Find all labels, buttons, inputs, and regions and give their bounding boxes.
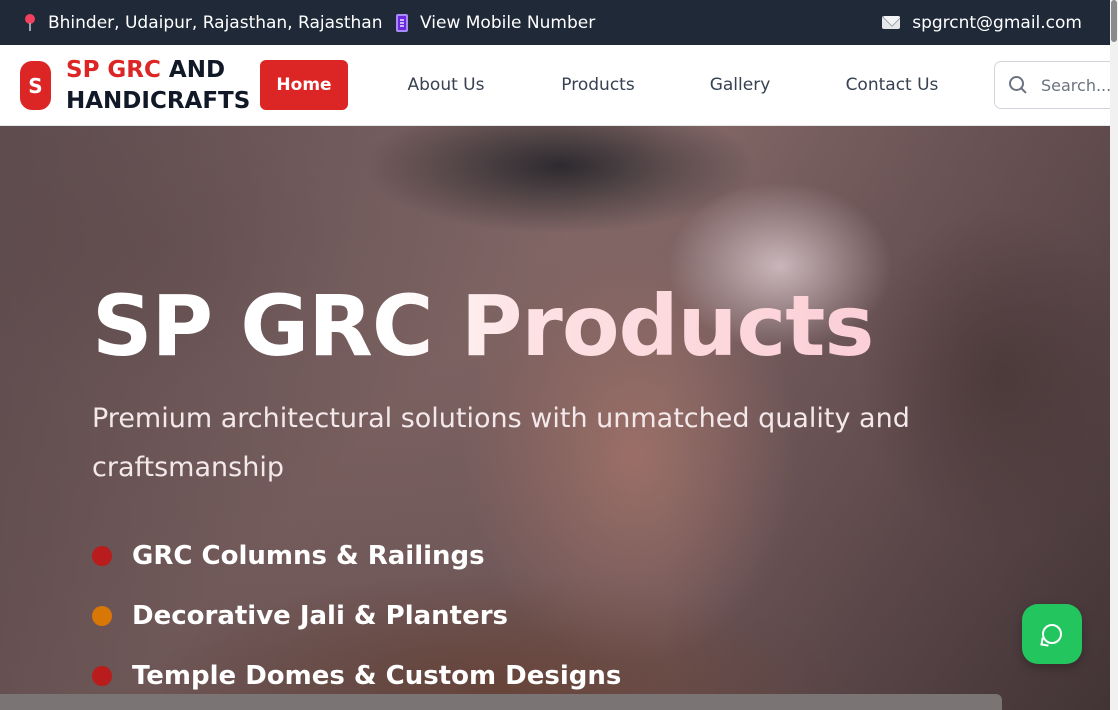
brand-line2: HANDICRAFTS: [66, 88, 251, 114]
nav-contact-us[interactable]: Contact Us: [836, 60, 948, 110]
hero-horizontal-scrollbar[interactable]: [0, 694, 1002, 710]
logo-mark[interactable]: S: [20, 61, 51, 110]
logo-letter: S: [28, 73, 43, 98]
search-input[interactable]: [1041, 75, 1111, 95]
hero-subtitle: Premium architectural solutions with unm…: [92, 403, 910, 483]
brand-accent: SP GRC: [66, 57, 161, 83]
brand-rest: AND: [160, 57, 226, 83]
chat-button[interactable]: [1022, 604, 1082, 664]
site-header: S SP GRC AND HANDICRAFTS Home About Us P…: [0, 45, 1118, 126]
bullet-dot-icon: [92, 666, 112, 686]
location-text: Bhinder, Udaipur, Rajasthan, Rajasthan: [48, 12, 383, 33]
page-scrollbar[interactable]: [1110, 0, 1118, 710]
top-info-bar: Bhinder, Udaipur, Rajasthan, Rajasthan V…: [0, 0, 1110, 45]
nav-products[interactable]: Products: [552, 60, 644, 110]
search-icon[interactable]: [1009, 76, 1027, 94]
chat-icon: [1042, 624, 1062, 644]
view-mobile-text[interactable]: View Mobile Number: [420, 13, 595, 33]
feature-list: GRC Columns & Railings Decorative Jali &…: [92, 526, 621, 706]
feature-item: GRC Columns & Railings: [92, 526, 621, 586]
feature-label: GRC Columns & Railings: [132, 541, 485, 571]
brand-name[interactable]: SP GRC AND HANDICRAFTS: [66, 55, 250, 117]
feature-label: Decorative Jali & Planters: [132, 601, 509, 631]
hero-banner: SP GRC Products Premium architectural so…: [0, 126, 1110, 710]
nav-about-us[interactable]: About Us: [396, 60, 496, 110]
feature-label: Temple Domes & Custom Designs: [132, 661, 622, 691]
bullet-dot-icon: [92, 546, 112, 566]
hero-title: SP GRC Products: [92, 277, 874, 375]
pin-icon: [24, 13, 36, 32]
nav-home[interactable]: Home: [260, 60, 348, 110]
bullet-dot-icon: [92, 606, 112, 626]
nav-gallery[interactable]: Gallery: [700, 60, 780, 110]
scrollbar-thumb[interactable]: [1111, 0, 1117, 42]
search-box[interactable]: [994, 61, 1118, 109]
email-link[interactable]: spgrcnt@gmail.com: [882, 0, 1082, 45]
mail-icon: [882, 16, 901, 29]
location-info: Bhinder, Udaipur, Rajasthan, Rajasthan: [24, 0, 383, 45]
feature-item: Decorative Jali & Planters: [92, 586, 621, 646]
phone-icon: [396, 13, 408, 32]
view-mobile-link[interactable]: View Mobile Number: [396, 0, 595, 45]
email-text[interactable]: spgrcnt@gmail.com: [912, 13, 1082, 33]
